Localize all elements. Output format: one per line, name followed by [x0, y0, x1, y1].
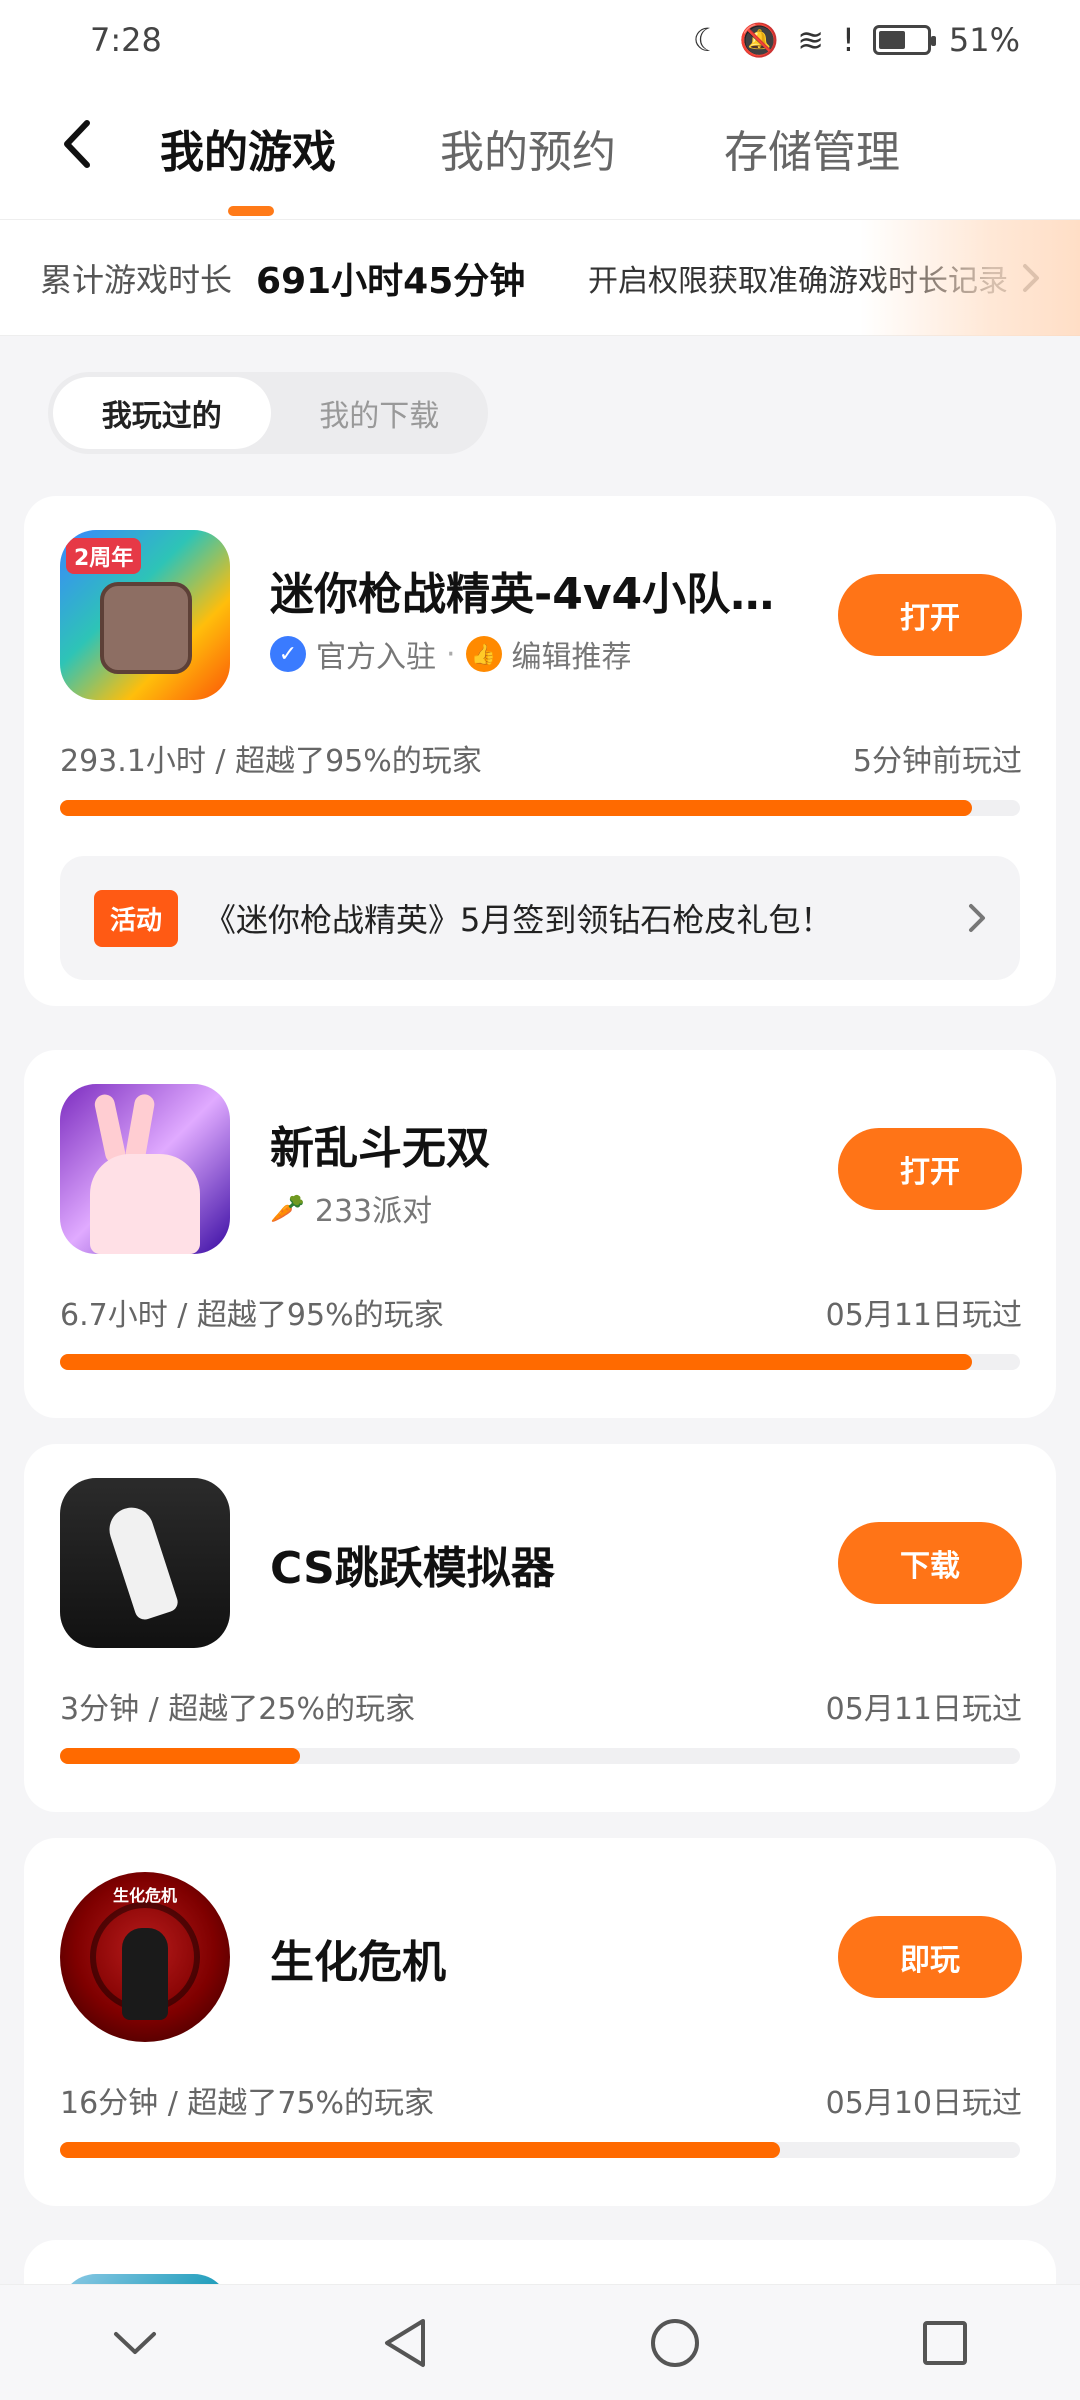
wifi-icon: ≋ — [797, 21, 825, 59]
game-card[interactable]: 新乱斗无双 🥕 233派对 打开 6.7小时 / 超越了95%的玩家 05月11… — [24, 1050, 1056, 1418]
last-played: 5分钟前玩过 — [852, 744, 1022, 779]
instant-play-button[interactable]: 即玩 — [838, 1916, 1022, 1998]
status-time: 7:28 — [90, 21, 162, 59]
character-body — [90, 1154, 200, 1254]
tab-storage-management[interactable]: 存储管理 — [724, 116, 900, 180]
game-title: 生化危机 — [270, 1937, 446, 1988]
ninja-silhouette — [122, 1928, 168, 2020]
collapse-button[interactable] — [87, 2295, 183, 2391]
progress-fill — [60, 1748, 300, 1764]
last-played: 05月11日玩过 — [825, 1298, 1022, 1333]
tab-my-reservations[interactable]: 我的预约 — [440, 116, 616, 180]
status-bar: 7:28 ☾ 🔕 ≋ ! 51% — [0, 0, 1080, 80]
play-stats: 16分钟 / 超越了75%的玩家 — [60, 2086, 435, 2121]
play-stats: 6.7小时 / 超越了95%的玩家 — [60, 1298, 444, 1333]
game-icon-brawl[interactable] — [60, 1084, 230, 1254]
playtime-label: 累计游戏时长 — [40, 260, 233, 299]
progress-bar — [60, 1354, 1020, 1370]
progress-fill — [60, 1354, 972, 1370]
tag-separator: · — [446, 636, 456, 672]
tab-active-indicator — [228, 206, 274, 216]
character-face — [100, 582, 192, 674]
back-triangle-icon — [385, 2318, 425, 2367]
last-played: 05月10日玩过 — [825, 2086, 1022, 2121]
game-tags: ✓ 官方入驻 · 👍 编辑推荐 — [270, 632, 632, 676]
moon-icon: ☾ — [692, 21, 722, 59]
icon-title-text: 生化危机 — [112, 1886, 177, 1905]
game-title: CS跳跃模拟器 — [270, 1543, 555, 1594]
nav-back-button[interactable] — [357, 2295, 453, 2391]
status-icons: ☾ 🔕 ≋ ! 51% — [693, 21, 1020, 59]
bell-off-icon: 🔕 — [739, 21, 780, 59]
game-icon-mini-gun[interactable]: 2周年 — [60, 530, 230, 700]
header: 我的游戏 我的预约 存储管理 — [0, 80, 1080, 220]
battery-icon — [872, 25, 936, 55]
chevron-right-icon — [969, 904, 985, 932]
carrot-icon: 🥕 — [270, 1191, 305, 1225]
back-button[interactable] — [46, 114, 106, 174]
chevron-down-icon — [114, 2331, 156, 2354]
event-text: 《迷你枪战精英》5月签到领钻石枪皮礼包！ — [204, 901, 833, 939]
game-icon-cs-jump[interactable] — [60, 1478, 230, 1648]
playtime-value: 691小时45分钟 — [256, 260, 526, 302]
progress-bar — [60, 800, 1020, 816]
battery-percent: 51% — [948, 21, 1020, 59]
playtime-banner: 累计游戏时长 691小时45分钟 开启权限获取准确游戏时长记录 — [0, 220, 1080, 336]
event-badge: 活动 — [94, 889, 179, 947]
nav-home-button[interactable] — [627, 2295, 723, 2391]
segment-played[interactable]: 我玩过的 — [53, 377, 271, 449]
game-card[interactable]: 2周年 迷你枪战精英-4v4小队竞… ✓ 官方入驻 · 👍 编辑推荐 打开 29… — [24, 496, 1056, 1006]
jumping-figure — [103, 1501, 181, 1623]
download-button[interactable]: 下载 — [838, 1522, 1022, 1604]
home-circle-icon — [651, 2318, 699, 2367]
segment-control: 我玩过的 我的下载 — [48, 372, 488, 454]
game-title: 迷你枪战精英-4v4小队竞… — [270, 569, 790, 620]
alert-icon: ! — [842, 21, 855, 59]
open-button[interactable]: 打开 — [838, 1128, 1022, 1210]
system-nav-bar — [0, 2284, 1080, 2400]
game-card[interactable]: 生化危机 生化危机 即玩 16分钟 / 超越了75%的玩家 05月10日玩过 — [24, 1838, 1056, 2206]
progress-bar — [60, 1748, 1020, 1764]
play-stats: 3分钟 / 超越了25%的玩家 — [60, 1692, 415, 1727]
game-card[interactable]: CS跳跃模拟器 下载 3分钟 / 超越了25%的玩家 05月11日玩过 — [24, 1444, 1056, 1812]
event-banner[interactable]: 活动 《迷你枪战精英》5月签到领钻石枪皮礼包！ — [60, 856, 1020, 980]
tag-official: 官方入驻 — [316, 640, 436, 675]
game-tags: 🥕 233派对 — [270, 1186, 432, 1230]
recents-square-icon — [923, 2320, 967, 2365]
anniversary-badge: 2周年 — [66, 538, 142, 574]
nav-recents-button[interactable] — [897, 2295, 993, 2391]
tag-editor-pick: 编辑推荐 — [511, 640, 632, 675]
last-played: 05月11日玩过 — [825, 1692, 1022, 1727]
open-button[interactable]: 打开 — [838, 574, 1022, 656]
tab-my-games[interactable]: 我的游戏 — [160, 116, 336, 180]
game-icon-biohazard[interactable]: 生化危机 — [60, 1872, 230, 2042]
decor-blob — [860, 220, 1080, 336]
thumbs-up-icon: 👍 — [465, 636, 502, 672]
game-title: 新乱斗无双 — [270, 1123, 490, 1174]
tag-party: 233派对 — [314, 1194, 433, 1229]
progress-bar — [60, 2142, 1020, 2158]
segment-downloads[interactable]: 我的下载 — [271, 377, 489, 449]
play-stats: 293.1小时 / 超越了95%的玩家 — [60, 744, 482, 779]
back-icon — [64, 120, 90, 168]
verified-icon: ✓ — [270, 636, 306, 672]
progress-fill — [60, 2142, 780, 2158]
progress-fill — [60, 800, 972, 816]
